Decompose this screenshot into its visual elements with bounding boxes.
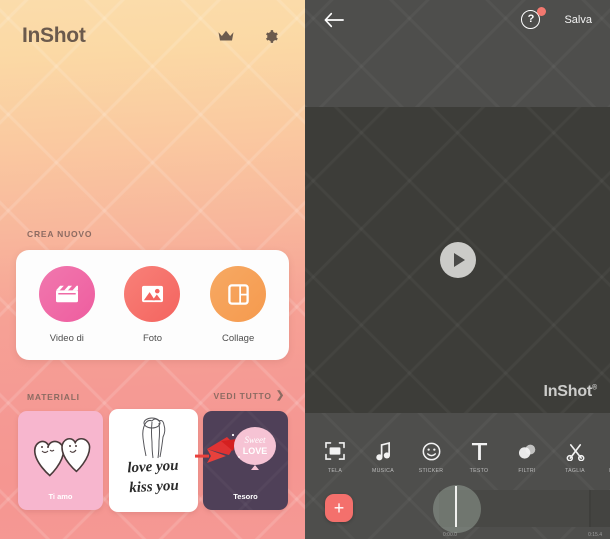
tool-label: TELA	[327, 468, 343, 474]
material-art-text-line1: Sweet	[245, 435, 266, 445]
photo-icon	[124, 266, 181, 322]
help-button[interactable]: ?	[521, 6, 547, 31]
tool-label: TAGLIA	[565, 468, 585, 474]
tool-label: FILTRI	[518, 468, 536, 474]
back-arrow-icon[interactable]	[323, 9, 345, 31]
touch-indicator	[433, 485, 481, 533]
tool-bordare[interactable]: BORDARE	[599, 432, 610, 474]
tool-label: STICKER	[418, 468, 444, 474]
app-logo: InShot	[22, 24, 86, 47]
tool-label: MUSICA	[372, 468, 394, 474]
play-icon	[454, 253, 465, 267]
material-card-label: Tesoro	[233, 492, 258, 501]
material-art-text-line2: LOVE	[243, 446, 268, 456]
editor-topbar: ? Salva	[305, 0, 610, 40]
tool-musica[interactable]: MUSICA	[359, 432, 407, 474]
timeline-area: + 0:00.0 0:15.4	[305, 484, 610, 539]
material-card-loveyou[interactable]: love you kiss you	[108, 409, 198, 512]
material-card-label: Ti amo	[48, 492, 73, 501]
create-item-label: Foto	[142, 333, 162, 344]
music-note-icon	[375, 439, 391, 463]
materials-section-label: MATERIALI	[27, 392, 80, 402]
scissors-icon	[566, 439, 585, 463]
see-all-label: VEDI TUTTO	[213, 391, 272, 401]
create-item-collage[interactable]: Collage	[198, 266, 278, 344]
materials-row: Ti amo love you kiss you Sweet LOVE Teso…	[18, 409, 288, 512]
add-clip-button[interactable]: +	[325, 494, 353, 522]
playhead-cursor[interactable]	[455, 486, 457, 527]
see-all-link[interactable]: VEDI TUTTO ❯	[213, 390, 285, 402]
clapperboard-icon	[38, 266, 95, 322]
create-new-card: Video di Foto Collage	[16, 250, 289, 360]
watermark-mark: ®	[592, 384, 597, 392]
total-time-label: 0:15.4	[588, 532, 602, 538]
create-item-foto[interactable]: Foto	[112, 266, 192, 344]
tool-tela[interactable]: TELA	[311, 432, 359, 474]
timeline-clip[interactable]	[591, 490, 610, 527]
tool-filtri[interactable]: FILTRI	[503, 432, 551, 474]
canvas-icon	[325, 439, 345, 463]
crown-icon[interactable]	[213, 23, 239, 49]
material-card-tiamo[interactable]: Ti amo	[18, 411, 103, 510]
notification-badge	[537, 6, 547, 16]
sticker-smiley-icon	[422, 439, 441, 463]
tool-sticker[interactable]: STICKER	[407, 432, 455, 474]
annotation-arrow-icon	[195, 449, 226, 463]
video-preview-canvas[interactable]: InShot®	[305, 107, 610, 413]
gear-icon[interactable]	[257, 23, 283, 49]
chevron-right-icon: ❯	[275, 390, 285, 401]
play-button[interactable]	[439, 242, 476, 278]
inshot-editor-screen: ? Salva InShot® TELA MUSICA STICKER TEST…	[305, 0, 610, 539]
inshot-home-screen: InShot CREA NUOVO Video di Foto Collage …	[0, 0, 305, 539]
create-item-video[interactable]: Video di	[27, 266, 107, 344]
create-item-label: Collage	[222, 333, 255, 344]
material-art-text-line2: kiss you	[128, 477, 179, 497]
tool-label: TESTO	[469, 468, 489, 474]
editor-toolbar: TELA MUSICA STICKER TESTO FILTRI TAGLIA	[305, 432, 610, 482]
filter-drops-icon	[518, 439, 537, 463]
watermark-text: InShot	[543, 383, 593, 400]
tool-testo[interactable]: TESTO	[455, 432, 503, 474]
tool-taglia[interactable]: TAGLIA	[551, 432, 599, 474]
home-topbar: InShot	[0, 0, 305, 72]
text-t-icon	[471, 439, 488, 463]
collage-icon	[210, 266, 267, 322]
inshot-watermark: InShot®	[543, 383, 597, 401]
create-section-label: CREA NUOVO	[27, 229, 93, 239]
save-button[interactable]: Salva	[564, 14, 592, 26]
create-item-label: Video di	[49, 333, 84, 344]
dual-screenshot: InShot CREA NUOVO Video di Foto Collage …	[0, 0, 610, 539]
